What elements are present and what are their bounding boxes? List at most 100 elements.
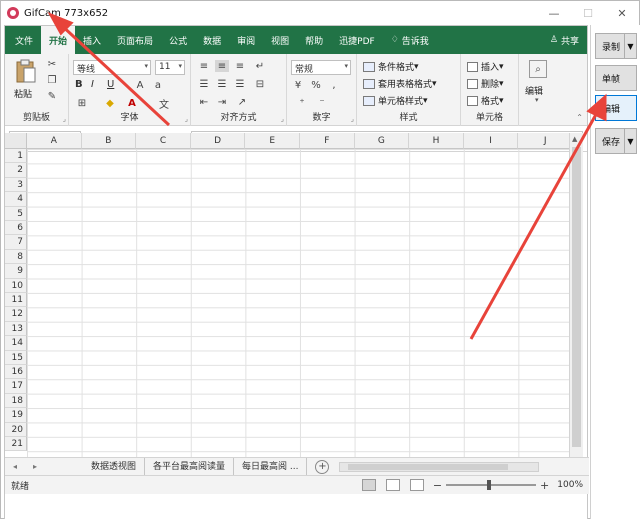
add-sheet-icon[interactable]: + [315,459,330,474]
tab-help[interactable]: 帮助 [297,26,331,54]
row-header[interactable]: 11 [5,293,27,308]
currency-icon[interactable]: ¥ [291,79,305,91]
vertical-scroll-thumb[interactable] [572,147,581,447]
align-top-icon[interactable]: ≡ [197,60,211,72]
column-header[interactable]: E [245,133,300,149]
scroll-up-icon[interactable]: ▲ [572,135,577,143]
column-header[interactable]: G [354,133,410,149]
chevron-down-icon[interactable]: ▼ [624,129,636,153]
vertical-scrollbar[interactable]: ▲ ▼ [569,133,583,472]
tab-file[interactable]: 文件 [7,26,41,54]
tab-formulas[interactable]: 公式 [161,26,195,54]
align-left-icon[interactable]: ☰ [197,78,211,90]
sheet-tab[interactable]: 数据透视图 [83,457,146,476]
minimize-button[interactable]: — [537,1,571,25]
column-header[interactable]: F [300,133,355,149]
increase-decimal-icon[interactable]: ⁺ [295,97,309,109]
row-header[interactable]: 1 [5,149,27,164]
maximize-button[interactable]: ☐ [571,1,605,25]
number-launcher-icon[interactable]: ⌟ [351,115,354,123]
row-header[interactable]: 6 [5,221,27,236]
column-header[interactable]: I [463,133,519,149]
number-format-combo[interactable]: 常规 ▾ [291,60,351,75]
sheet-nav-right-icon[interactable]: ▸ [25,462,45,471]
paste-label[interactable]: 粘贴 [14,87,32,100]
column-header[interactable]: D [190,133,246,149]
delete-cells-button[interactable]: 删除 ▾ [467,77,504,90]
sheet-tab[interactable]: 各平台最高阅读量 [145,457,235,476]
row-header[interactable]: 3 [5,177,27,193]
tab-insert[interactable]: 插入 [75,26,109,54]
cell-area[interactable] [27,149,573,472]
fill-color-icon[interactable]: ◆ [103,97,117,109]
row-header[interactable]: 9 [5,264,27,279]
grow-font-icon[interactable]: A [133,79,147,91]
row-header[interactable]: 19 [5,408,27,423]
column-header[interactable]: A [27,133,82,149]
search-icon[interactable]: ⌕ [529,60,547,78]
bold-button[interactable]: B [75,79,83,90]
save-button[interactable]: 保存 ▼ [595,128,637,154]
editing-label[interactable]: 编辑 [525,84,543,97]
page-layout-view-icon[interactable] [385,479,400,491]
row-header[interactable]: 4 [5,192,27,207]
cut-icon[interactable]: ✂ [45,58,59,70]
alignment-launcher-icon[interactable]: ⌟ [281,115,284,123]
row-header[interactable]: 12 [5,307,27,322]
orientation-icon[interactable]: ↗ [235,96,249,108]
zoom-in-icon[interactable]: + [540,479,549,492]
shrink-font-icon[interactable]: a [151,79,165,91]
percent-icon[interactable]: % [309,79,323,91]
tab-page-layout[interactable]: 页面布局 [109,26,161,54]
row-header[interactable]: 5 [5,206,27,221]
sheet-nav-left-icon[interactable]: ◂ [5,462,25,471]
tab-review[interactable]: 审阅 [229,26,263,54]
row-header[interactable]: 8 [5,249,27,265]
paste-icon[interactable] [15,58,37,84]
column-header[interactable]: B [81,133,137,149]
decrease-decimal-icon[interactable]: ⁻ [315,97,329,109]
tab-view[interactable]: 视图 [263,26,297,54]
font-launcher-icon[interactable]: ⌟ [185,115,188,123]
row-header[interactable]: 18 [5,393,27,409]
column-header[interactable]: H [409,133,464,149]
chevron-down-icon[interactable]: ▼ [624,34,636,58]
zoom-slider-knob[interactable] [487,480,492,490]
decrease-indent-icon[interactable]: ⇤ [197,96,211,108]
row-header[interactable]: 13 [5,321,27,337]
select-all-corner[interactable] [5,133,27,149]
format-painter-icon[interactable]: ✎ [45,90,59,102]
row-header[interactable]: 21 [5,437,27,452]
comma-icon[interactable]: , [327,79,341,91]
font-name-combo[interactable]: 等线 ▾ [73,60,151,75]
zoom-slider[interactable] [446,480,537,490]
align-center-icon[interactable]: ☰ [215,78,229,90]
column-header[interactable]: J [518,133,573,149]
close-button[interactable]: ✕ [605,1,639,25]
italic-button[interactable]: I [91,79,94,90]
insert-cells-button[interactable]: 插入 ▾ [467,60,504,73]
row-header[interactable]: 15 [5,350,27,365]
row-header[interactable]: 14 [5,336,27,351]
copy-icon[interactable]: ❐ [45,74,59,86]
tab-tell-me[interactable]: ♢ 告诉我 [383,26,437,54]
zoom-out-icon[interactable]: − [433,479,442,492]
underline-button[interactable]: U [107,79,114,90]
font-color-icon[interactable]: A [125,97,139,109]
page-break-view-icon[interactable] [409,479,424,491]
align-bottom-icon[interactable]: ≡ [233,60,247,72]
column-header[interactable]: C [136,133,191,149]
record-button[interactable]: 录制 ▼ [595,33,637,59]
merge-center-icon[interactable]: ⊟ [253,78,267,90]
collapse-ribbon-icon[interactable]: ⌃ [576,113,583,122]
frame-button[interactable]: 单帧 [595,65,637,91]
row-header[interactable]: 7 [5,235,27,250]
font-size-combo[interactable]: 11 ▾ [155,60,185,75]
wrap-text-icon[interactable]: ↵ [253,60,267,72]
cell-styles-button[interactable]: 单元格样式 ▾ [363,94,428,107]
normal-view-icon[interactable] [361,479,376,491]
zoom-level[interactable]: 100% [557,480,583,490]
sheet-tab[interactable]: 每日最高阅 ... [234,457,308,476]
horizontal-scrollbar[interactable] [339,461,540,472]
row-header[interactable]: 16 [5,365,27,380]
